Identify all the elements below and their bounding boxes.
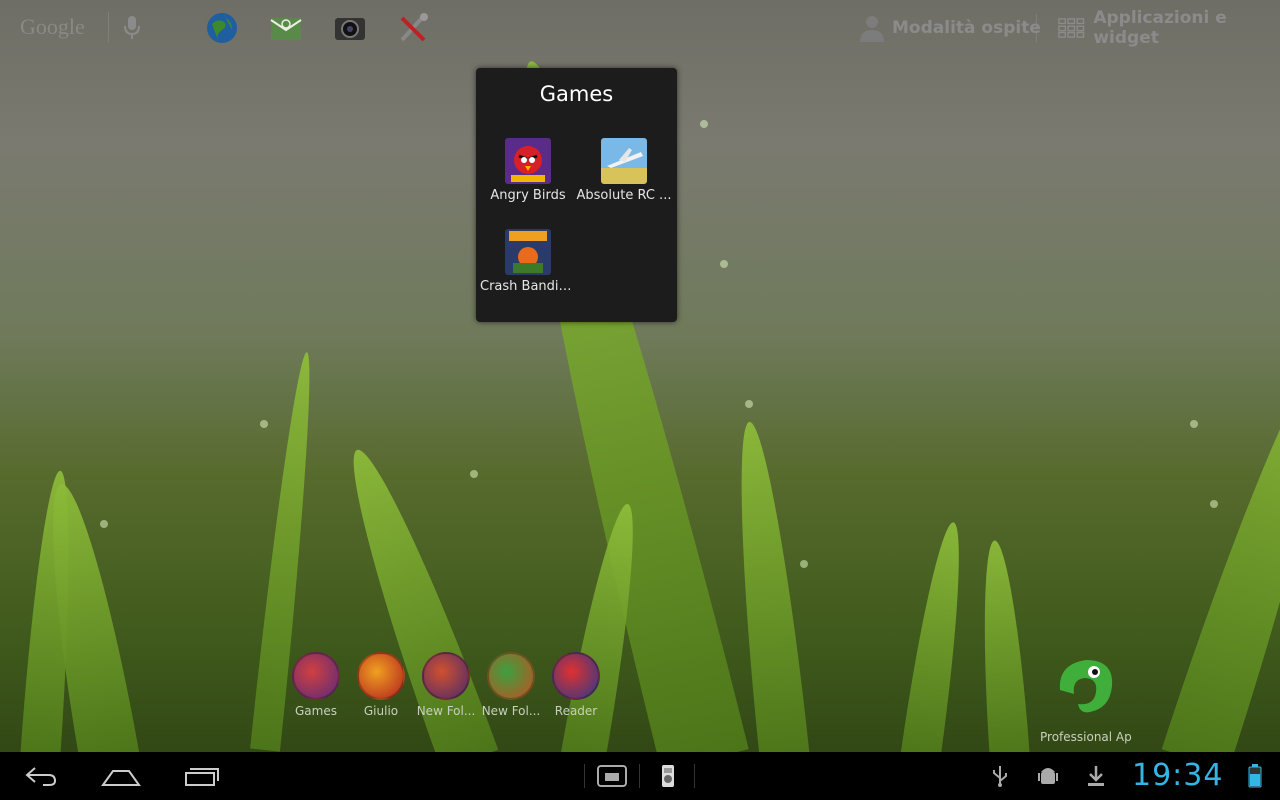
email-icon[interactable] (268, 10, 304, 46)
folder-icon (422, 652, 470, 700)
back-icon (25, 767, 57, 786)
divider (694, 764, 695, 788)
battery-icon[interactable] (1248, 764, 1262, 788)
shortcut-new-folder-1[interactable]: New Fol... (414, 652, 478, 718)
browser-icon[interactable] (204, 10, 240, 46)
shortcut-label: Giulio (363, 704, 399, 718)
settings-icon[interactable] (396, 10, 432, 46)
recent-apps-icon (185, 768, 219, 786)
shortcut-label: New Fol... (416, 704, 476, 718)
crash-bandicoot-icon (505, 229, 551, 275)
home-button[interactable] (86, 752, 156, 800)
angry-birds-icon (505, 138, 551, 184)
apps-widgets-label: Applicazioni e widget (1093, 8, 1227, 48)
media-player-button[interactable] (633, 752, 703, 800)
shortcut-label: Games (295, 704, 337, 718)
folder-item-label: Absolute RC ... (576, 188, 672, 203)
system-bar: 19:34 (0, 752, 1280, 800)
shortcut-label: Reader (554, 704, 598, 718)
folder-icon (292, 652, 340, 700)
shortcut-giulio[interactable]: Giulio (349, 652, 413, 718)
shortcut-label: New Fol... (481, 704, 541, 718)
download-icon[interactable] (1084, 764, 1108, 788)
folder-icon (357, 652, 405, 700)
shortcut-games-folder[interactable]: Games (284, 652, 348, 718)
folder-item-label: Crash Bandic... (480, 279, 576, 294)
absolute-rc-icon (601, 138, 647, 184)
folder-popup: Games Angry Birds Absolute RC ... Crash … (476, 68, 677, 322)
folder-item-absolute-rc[interactable]: Absolute RC ... (576, 138, 672, 203)
google-search-label[interactable]: Google (20, 14, 85, 40)
home-icon (101, 770, 141, 786)
camera-icon[interactable] (332, 10, 368, 46)
grid-icon (1058, 18, 1085, 38)
recent-apps-button[interactable] (166, 752, 236, 800)
music-player-icon (662, 765, 674, 787)
guest-mode-label: Modalità ospite (892, 18, 1041, 38)
folder-item-angry-birds[interactable]: Angry Birds (480, 138, 576, 203)
apps-widgets-button[interactable]: Applicazioni e widget (1058, 8, 1280, 48)
screen-mode-icon (597, 765, 627, 787)
guest-mode-button[interactable]: Modalità ospite (856, 14, 1041, 42)
folder-title[interactable]: Games (476, 82, 677, 106)
pdf-reader-icon (552, 652, 600, 700)
user-icon (860, 16, 884, 42)
clock[interactable]: 19:34 (1132, 758, 1223, 793)
shortcut-professional-app[interactable]: Professional Ap (1040, 650, 1136, 744)
back-button[interactable] (6, 752, 76, 800)
folder-item-crash-bandicoot[interactable]: Crash Bandic... (480, 229, 576, 294)
shortcut-label: Professional Ap (1040, 730, 1132, 744)
microphone-icon[interactable] (122, 14, 142, 42)
android-debug-icon[interactable] (1036, 764, 1060, 788)
shortcut-reader[interactable]: Reader (544, 652, 608, 718)
folder-item-label: Angry Birds (490, 188, 566, 203)
divider (1036, 14, 1037, 42)
shortcut-new-folder-2[interactable]: New Fol... (479, 652, 543, 718)
folder-icon (487, 652, 535, 700)
divider (108, 12, 109, 42)
usb-icon[interactable] (988, 764, 1012, 788)
chameleon-icon (1059, 660, 1113, 713)
top-bar: Google Modalità ospite Applicazioni e wi… (0, 0, 1280, 56)
